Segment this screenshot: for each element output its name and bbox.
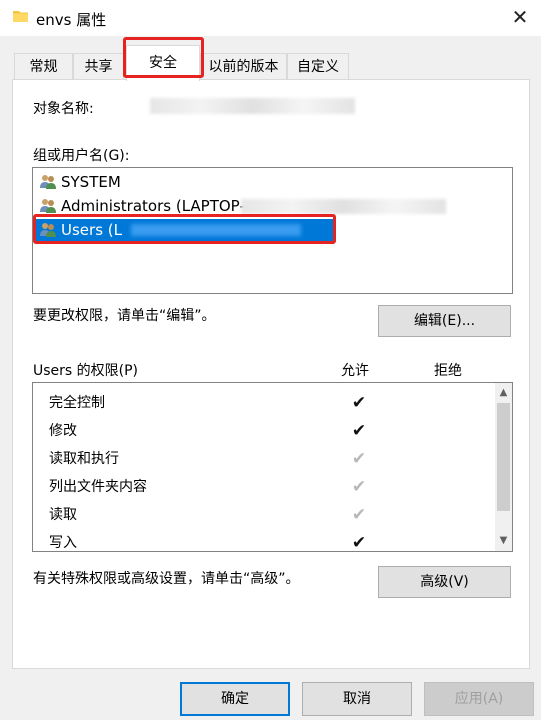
users-group-icon <box>40 199 56 213</box>
redacted-text <box>241 199 446 214</box>
advanced-button[interactable]: 高级(V) <box>378 566 511 598</box>
ok-button[interactable]: 确定 <box>180 682 290 716</box>
close-button[interactable]: ✕ <box>506 4 534 30</box>
tab-previous-versions[interactable]: 以前的版本 <box>200 53 287 79</box>
window-title: envs 属性 <box>36 11 107 29</box>
permission-read-execute: 读取和执行 <box>49 451 119 467</box>
users-group-icon <box>40 223 56 237</box>
permissions-label: Users 的权限(P) <box>33 363 139 379</box>
permissions-listbox[interactable]: 完全控制 修改 读取和执行 列出文件夹内容 读取 写入 ✔ ✔ ✔ ✔ ✔ ✔ … <box>32 382 513 553</box>
scroll-down-arrow-icon[interactable]: ▼ <box>495 533 512 549</box>
permission-full-control: 完全控制 <box>49 395 105 411</box>
permission-read: 读取 <box>49 507 77 523</box>
scrollbar-thumb[interactable] <box>497 403 510 511</box>
permission-modify: 修改 <box>49 423 77 439</box>
permission-write: 写入 <box>49 535 77 551</box>
permission-list-folder: 列出文件夹内容 <box>49 479 147 495</box>
checkmark-icon: ✔ <box>351 393 367 413</box>
checkmark-icon: ✔ <box>351 449 367 469</box>
group-item-users[interactable]: Users (L <box>36 219 334 241</box>
advanced-hint: 有关特殊权限或高级设置，请单击“高级”。 <box>33 571 300 587</box>
checkmark-icon: ✔ <box>351 477 367 497</box>
group-name: SYSTEM <box>61 173 121 191</box>
users-group-icon <box>40 175 56 189</box>
scroll-up-arrow-icon[interactable]: ▲ <box>495 385 512 401</box>
tab-sharing[interactable]: 共享 <box>73 53 124 79</box>
group-name: Administrators (LAPTOP- <box>61 197 245 215</box>
groups-label: 组或用户名(G): <box>33 148 130 164</box>
cancel-button[interactable]: 取消 <box>302 682 412 716</box>
checkmark-icon: ✔ <box>351 421 367 441</box>
checkmark-icon: ✔ <box>351 505 367 525</box>
group-name: Users (L <box>61 221 122 239</box>
edit-button[interactable]: 编辑(E)... <box>378 305 511 337</box>
object-name-label: 对象名称: <box>33 101 94 117</box>
folder-icon <box>13 11 28 22</box>
permissions-scrollbar[interactable]: ▲ ▼ <box>495 383 512 551</box>
group-item-system[interactable]: SYSTEM <box>36 171 509 193</box>
groups-listbox[interactable]: SYSTEM Administrators (LAPTOP- Users (L <box>32 167 513 294</box>
apply-button[interactable]: 应用(A) <box>424 682 534 716</box>
redacted-text <box>131 224 301 236</box>
group-item-administrators[interactable]: Administrators (LAPTOP- <box>36 195 509 217</box>
tab-general[interactable]: 常规 <box>14 53 73 79</box>
deny-header: 拒绝 <box>434 363 462 379</box>
object-name-value-redacted <box>150 98 355 114</box>
checkmark-icon: ✔ <box>351 533 367 553</box>
change-permissions-hint: 要更改权限，请单击“编辑”。 <box>33 308 216 324</box>
allow-header: 允许 <box>341 363 369 379</box>
tab-security[interactable]: 安全 <box>126 45 200 81</box>
tab-customize[interactable]: 自定义 <box>287 53 349 79</box>
